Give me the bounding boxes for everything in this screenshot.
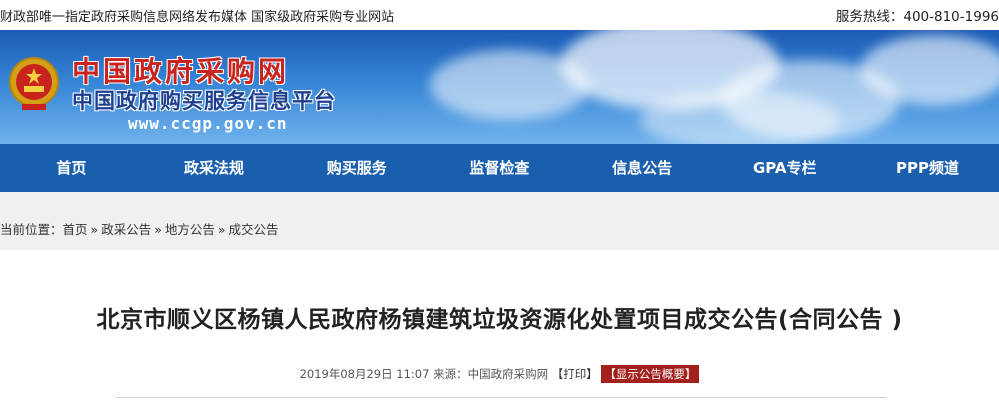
service-hotline: 服务热线：400-810-1996 (835, 9, 999, 25)
article-meta: 2019年08月29日 11:07 来源：中国政府采购网 【打印】 【显示公告概… (0, 365, 999, 383)
source-name: 中国政府采购网 (467, 367, 549, 381)
show-summary-button[interactable]: 【显示公告概要】 (601, 365, 700, 383)
top-info-bar: 财政部唯一指定政府采购信息网络发布媒体 国家级政府采购专业网站 服务热线：400… (0, 0, 999, 30)
site-logo-url: www.ccgp.gov.cn (128, 114, 288, 133)
site-slogan: 财政部唯一指定政府采购信息网络发布媒体 国家级政府采购专业网站 (0, 10, 395, 25)
national-emblem-icon (9, 57, 59, 110)
breadcrumb-link-local[interactable]: 地方公告 (165, 222, 215, 237)
nav-item-regulations[interactable]: 政采法规 (143, 144, 286, 192)
nav-item-ppp[interactable]: PPP频道 (856, 144, 999, 192)
content-divider (116, 397, 886, 398)
article-title: 北京市顺义区杨镇人民政府杨镇建筑垃圾资源化处置项目成交公告(合同公告 ) (96, 307, 903, 333)
breadcrumb-separator: » (154, 222, 162, 237)
breadcrumb-separator: » (90, 222, 99, 237)
breadcrumb-separator: » (217, 222, 226, 237)
breadcrumb: 当前位置：首页» 政采公告» 地方公告» 成交公告 (0, 192, 999, 250)
breadcrumb-link-procurement[interactable]: 政采公告 (101, 222, 151, 237)
publish-date: 2019年08月29日 11:07 (299, 367, 430, 381)
nav-item-home[interactable]: 首页 (0, 144, 143, 192)
header-banner: 中国政府采购网 中国政府购买服务信息平台 www.ccgp.gov.cn (0, 30, 999, 144)
nav-item-announcements[interactable]: 信息公告 (571, 144, 714, 192)
breadcrumb-link-deal[interactable]: 成交公告 (229, 222, 279, 237)
nav-item-gpa[interactable]: GPA专栏 (713, 144, 856, 192)
nav-item-supervision[interactable]: 监督检查 (428, 144, 571, 192)
nav-item-purchase-services[interactable]: 购买服务 (285, 144, 428, 192)
breadcrumb-prefix: 当前位置： (0, 222, 63, 237)
breadcrumb-link-home[interactable]: 首页 (63, 222, 88, 237)
site-logo-subtitle: 中国政府购买服务信息平台 (72, 89, 336, 113)
print-link[interactable]: 【打印】 (552, 367, 598, 381)
source-label: 来源： (433, 367, 468, 381)
main-nav: 首页 政采法规 购买服务 监督检查 信息公告 GPA专栏 PPP频道 (0, 144, 999, 192)
site-logo-title[interactable]: 中国政府采购网 (72, 50, 289, 90)
